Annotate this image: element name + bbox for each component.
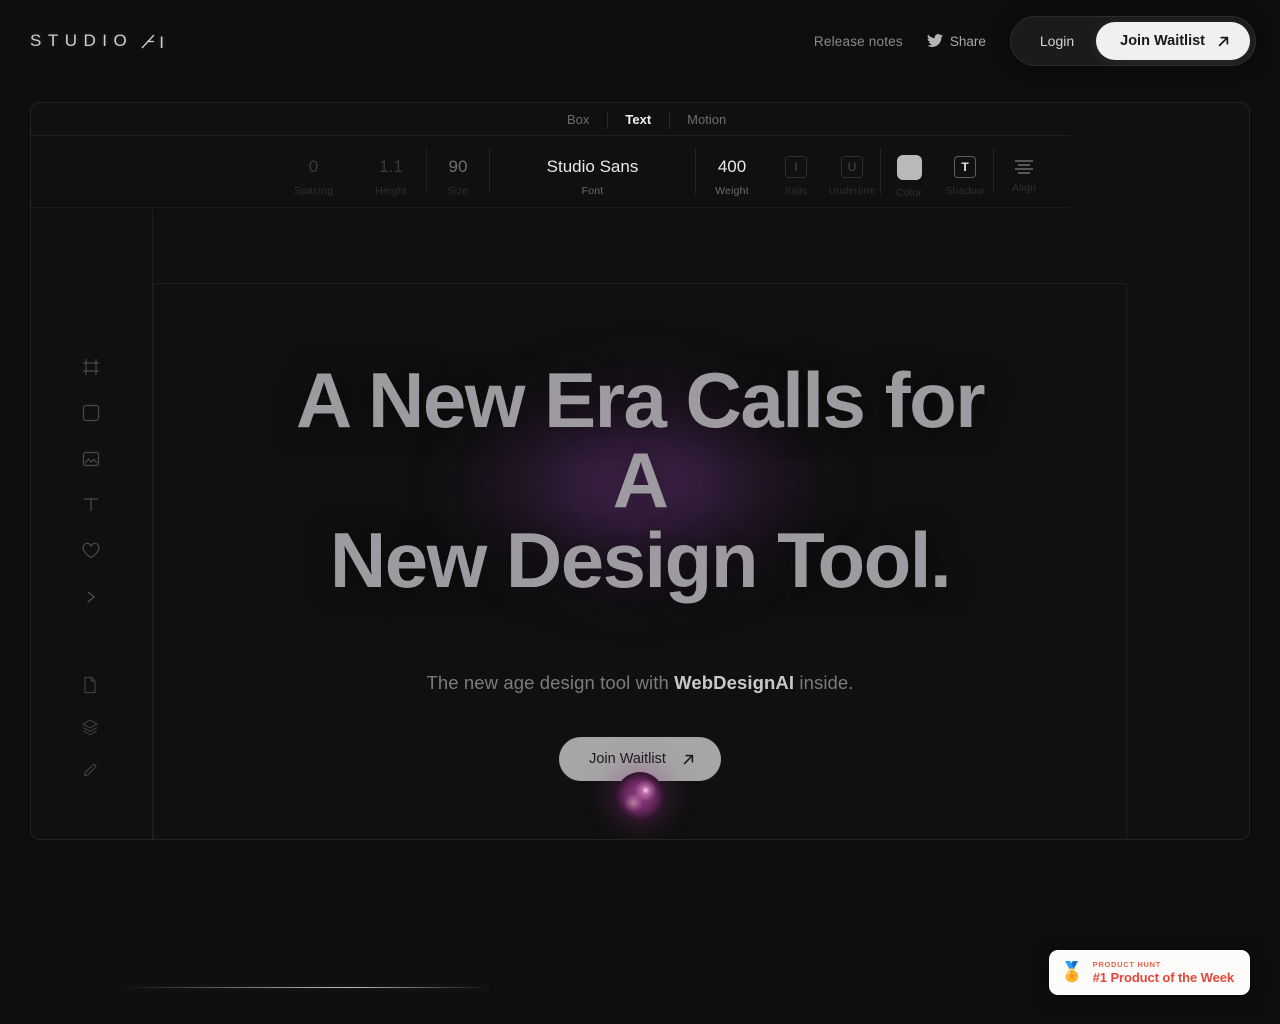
hero-sub-bold: WebDesignAI [674,672,795,693]
tool-rail-top [75,355,107,609]
share-label: Share [949,33,986,49]
tab-text[interactable]: Text [607,105,669,135]
hero-sub-before: The new age design tool with [426,672,675,693]
expand-panel[interactable] [75,585,107,609]
arrow-up-right-icon [1218,36,1229,46]
arrow-up-right-icon [683,754,694,764]
font-family-field[interactable]: Studio Sans Font [490,136,695,209]
text-tool[interactable] [75,493,107,517]
hero-section: A New Era Calls for A New Design Tool. T… [154,360,1126,781]
slash-icon [141,34,155,48]
page-root: STUDIO I Release notes Share Login Join … [0,0,1280,1024]
chevron-right-icon [87,591,96,603]
tool-rail-bottom [74,673,106,781]
square-icon [82,404,100,422]
property-tabs: Box Text Motion [549,105,744,135]
page-title: A New Era Calls for A New Design Tool. [260,360,1020,600]
pages-tool[interactable] [74,673,106,697]
spacing-field[interactable]: 0 Spacing [271,136,356,209]
twitter-icon [926,34,943,48]
line-height-value: 1.1 [379,157,403,176]
color-swatch [896,154,922,180]
product-hunt-badge[interactable]: 🏅 PRODUCT HUNT #1 Product of the Week [1049,950,1250,995]
align-center-icon [1015,160,1033,174]
hero-sub-after: inside. [794,672,854,693]
share-button[interactable]: Share [917,34,1000,49]
text-icon [84,498,98,511]
color-label: Color [895,186,923,199]
tab-box[interactable]: Box [549,105,607,135]
release-notes-link[interactable]: Release notes [800,34,917,49]
hero-subtitle: The new age design tool with WebDesignAI… [154,672,1126,694]
color-picker[interactable]: Color [881,136,937,209]
header-actions: Release notes Share Login Join Waitlist [800,16,1256,66]
shadow-icon: T [954,156,976,178]
hero-cta-label: Join Waitlist [589,751,666,767]
image-icon [82,451,100,467]
line-height-field[interactable]: 1.1 Height [356,136,426,209]
align-control[interactable]: Align [994,136,1054,209]
product-hunt-kicker: PRODUCT HUNT [1092,960,1162,969]
image-tool[interactable] [75,447,107,471]
font-size-field[interactable]: 90 Size [427,136,489,209]
logo-text: STUDIO [30,31,134,50]
font-weight-value: 400 [717,157,747,176]
frame-icon [83,359,99,375]
product-hunt-texts: PRODUCT HUNT #1 Product of the Week [1093,960,1234,985]
shape-tool[interactable] [75,401,107,425]
align-label: Align [1011,182,1037,194]
font-weight-field[interactable]: 400 Weight [696,136,768,209]
spacing-label: Spacing [293,185,334,197]
spacing-value: 0 [308,157,319,176]
pen-tool[interactable] [74,757,106,781]
section-glow-divider [120,987,490,988]
design-canvas[interactable]: A New Era Calls for A New Design Tool. T… [153,283,1127,839]
auth-button-group: Login Join Waitlist [1009,16,1256,66]
medal-icon: 🏅 [1060,962,1084,983]
text-properties-row: 0 Spacing 1.1 Height 90 Size Studio Sans… [31,135,1071,208]
product-hunt-title: #1 Product of the Week [1092,970,1234,985]
italic-icon: I [785,156,807,178]
font-family-label: Font [581,185,604,197]
layers-tool[interactable] [74,715,106,739]
frame-tool[interactable] [75,355,107,379]
pen-icon [83,763,96,776]
hero-title-line-1: A New Era Calls for A [295,356,986,524]
favorites-tool[interactable] [75,539,107,563]
logo-ai-mark: I [140,33,164,52]
brand-logo[interactable]: STUDIO I [30,31,164,52]
underline-label: Underline [828,185,876,197]
shadow-toggle[interactable]: T Shadow [937,136,993,209]
italic-toggle[interactable]: I Italic [768,136,824,209]
underline-icon: U [841,156,863,178]
line-height-label: Height [375,185,407,197]
underline-toggle[interactable]: U Underline [824,136,880,209]
tool-rail [31,209,153,839]
tab-motion[interactable]: Motion [669,105,744,135]
font-size-label: Size [447,185,469,197]
font-weight-label: Weight [715,185,749,197]
join-waitlist-button[interactable]: Join Waitlist [1096,22,1250,60]
ai-orb-icon[interactable] [616,772,664,820]
layers-icon [81,719,99,736]
join-waitlist-label: Join Waitlist [1120,33,1205,49]
heart-icon [82,542,100,559]
editor-panel: Box Text Motion 0 Spacing 1.1 Height 90 … [30,102,1250,840]
shadow-label: Shadow [945,185,985,197]
login-button[interactable]: Login [1016,24,1096,58]
hero-title-line-2: New Design Tool. [329,516,952,604]
italic-label: Italic [784,185,808,197]
page-icon [84,676,96,694]
font-family-value: Studio Sans [546,157,639,176]
font-size-value: 90 [448,157,468,176]
site-header: STUDIO I Release notes Share Login Join … [0,0,1280,82]
